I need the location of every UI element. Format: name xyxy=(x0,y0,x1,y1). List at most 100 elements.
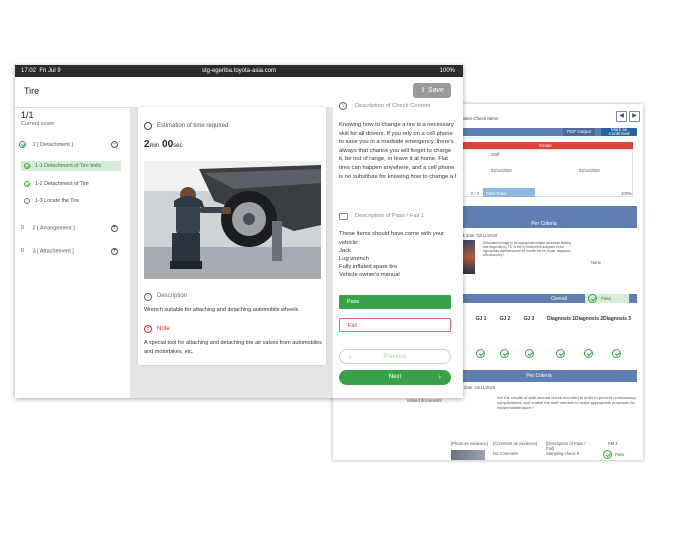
pdf-output-label: PDF Output xyxy=(567,129,591,134)
previous-button[interactable]: ‹ Previous xyxy=(339,349,451,364)
tree-node-arrangement[interactable]: 0 2 [ Arrangement ] xyxy=(19,225,75,231)
mark-confirmed-label: Mark as Confirmed xyxy=(608,127,630,136)
battery-level: 100% xyxy=(439,68,455,74)
pm1-pass-label: Pass xyxy=(615,452,625,457)
save-button[interactable]: ⇪ Save xyxy=(413,83,451,98)
overall-label: Overall xyxy=(551,296,567,302)
passfail-text: These items should have come with your v… xyxy=(339,231,445,246)
pm1-check-icon xyxy=(603,450,612,459)
page-title: Tire xyxy=(24,86,40,96)
tree-item-1-3[interactable]: 1-3 Locate the Tire xyxy=(21,196,121,206)
pass-ratio-value: 100% xyxy=(621,191,632,196)
score-check-icon xyxy=(500,349,509,358)
expand-icon[interactable]: + xyxy=(111,248,118,255)
warning-icon: ! xyxy=(144,325,152,333)
check-panel: i Description of Check Content Knowing h… xyxy=(333,102,463,398)
detail-ratio: 0 / 4 xyxy=(471,191,480,196)
current-score-label: Current score xyxy=(21,121,55,127)
comment-evidence-header: [Comment as evidence] xyxy=(493,441,537,446)
related-documents-label: related documents xyxy=(407,398,442,403)
mechanic-photo xyxy=(144,161,321,279)
previous-label: Previous xyxy=(383,354,407,360)
photo-evidence-header: [Photo as evidence] xyxy=(451,441,488,446)
grade-header: Grade xyxy=(458,142,633,149)
tree-item-1-1[interactable]: 1-1 Detachment of Tire bolts xyxy=(21,161,121,171)
collapse-icon[interactable]: − xyxy=(111,141,118,148)
pass-option[interactable]: Pass xyxy=(339,295,451,309)
score-check-icon xyxy=(476,349,485,358)
score-check-icon xyxy=(556,349,565,358)
tree-node-detachment[interactable]: 1 [ Detachment ] xyxy=(19,141,73,148)
check-content-text: Knowing how to change a tire is a necess… xyxy=(339,122,457,180)
complete-check-icon xyxy=(24,162,30,169)
per-criteria-banner-1: Per Criteria xyxy=(451,206,637,228)
small-question: [Simulation] Image to be appropriate rel… xyxy=(483,241,571,257)
next-button[interactable]: Next › xyxy=(339,370,451,385)
passfail-item: Vehicle owner's manual xyxy=(339,272,400,278)
chevron-right-icon: › xyxy=(438,374,441,381)
overall-status-badge: Pass xyxy=(585,294,629,303)
report-next-button[interactable]: ▶ xyxy=(629,111,640,122)
overall-check-icon xyxy=(588,294,597,303)
overall-status-label: Pass xyxy=(601,296,612,301)
pdf-output-button[interactable]: PDF Output xyxy=(563,128,595,136)
score-check-icon xyxy=(525,349,534,358)
chevron-left-icon: ‹ xyxy=(349,354,352,361)
score-check-icon xyxy=(584,349,593,358)
per-criteria-banner-2: Per Criteria xyxy=(441,370,637,382)
score-header-diag3: Diagnosis 3 xyxy=(602,316,632,322)
tree-node-label: 1 [ Detachment ] xyxy=(32,141,73,148)
report-prev-button[interactable]: ◀ xyxy=(616,111,627,122)
sampling-label: Sampling check 9 xyxy=(546,451,580,456)
pending-circle-icon xyxy=(24,197,30,204)
pass-ratio-label: Pass Ratio xyxy=(486,191,507,196)
save-label: Save xyxy=(427,87,444,94)
upload-icon: ⇪ xyxy=(420,87,428,94)
expand-icon[interactable]: + xyxy=(111,225,118,232)
progress-text-icon: 0 xyxy=(20,248,25,254)
score-header-gj2: GJ 2 xyxy=(499,316,511,322)
status-bar: 17:02 Fri Jul 9 stg-egeriba.toyota-asia.… xyxy=(15,65,463,77)
tree-item-1-2[interactable]: 1-2 Detachment of Tire xyxy=(21,179,121,189)
note-label: Note xyxy=(157,326,170,332)
mark-confirmed-button[interactable]: Mark as Confirmed xyxy=(601,127,637,136)
evidence-photo-2[interactable] xyxy=(451,450,485,460)
timer-icon xyxy=(144,122,152,130)
estimation-value: 2min 00sec xyxy=(144,139,183,150)
tree-item-label: 1-2 Detachment of Tire xyxy=(35,181,89,187)
passfail-header: [Description of Pass / Fail] xyxy=(546,441,586,451)
progress-text-icon: 0 xyxy=(20,225,25,231)
passfail-label: Description of Pass / Fail 1 xyxy=(355,213,424,219)
tree-item-label: 1-1 Detachment of Tire bolts xyxy=(35,163,102,169)
current-score-value: 1/1 xyxy=(21,110,34,120)
score-header-gj3: GJ 3 xyxy=(523,316,535,322)
tree-node-label: 3 [ Attachement ] xyxy=(32,248,74,255)
detail-date-1: 02/11/2020 xyxy=(491,168,512,173)
score-check-icon xyxy=(612,349,621,358)
procedure-card: Estimation of time required 2min 00sec i… xyxy=(138,107,326,365)
info-icon: i xyxy=(144,293,152,301)
per-criteria-label-1: Per Criteria xyxy=(531,221,557,227)
complete-check-icon xyxy=(19,141,26,148)
next-label: Next xyxy=(388,374,402,380)
pass-option-label: Pass xyxy=(347,299,360,305)
check-content-label: Description of Check Content xyxy=(355,103,431,109)
mechanic-changing-tire-image xyxy=(144,161,321,279)
per-criteria-label-2: Per Criteria xyxy=(526,373,552,379)
description-text: Wrench suitable for attaching and detach… xyxy=(144,307,300,313)
fail-option[interactable]: Fail xyxy=(339,318,451,332)
info-icon: i xyxy=(339,102,347,110)
score-header-gj1: GJ 1 xyxy=(475,316,487,322)
tree-item-label: 1-3 Locate the Tire xyxy=(35,198,80,204)
note-text: A special tool for attaching and detachi… xyxy=(144,340,322,355)
tree-node-label: 2 [ Arrangement ] xyxy=(32,225,75,232)
complete-check-icon xyxy=(24,180,30,187)
none-label: None xyxy=(591,260,602,265)
fail-option-label: Fail xyxy=(348,323,357,329)
no-comment-label: No Comment xyxy=(493,451,518,456)
pm1-header: PM 1 xyxy=(608,441,618,446)
url-text: stg-egeriba.toyota-asia.com xyxy=(201,68,277,74)
tree-node-attachement[interactable]: 0 3 [ Attachement ] xyxy=(19,248,74,254)
estimation-label: Estimation of time required xyxy=(157,123,229,129)
criteria-question: Are the results of walk-around check rec… xyxy=(497,395,636,410)
